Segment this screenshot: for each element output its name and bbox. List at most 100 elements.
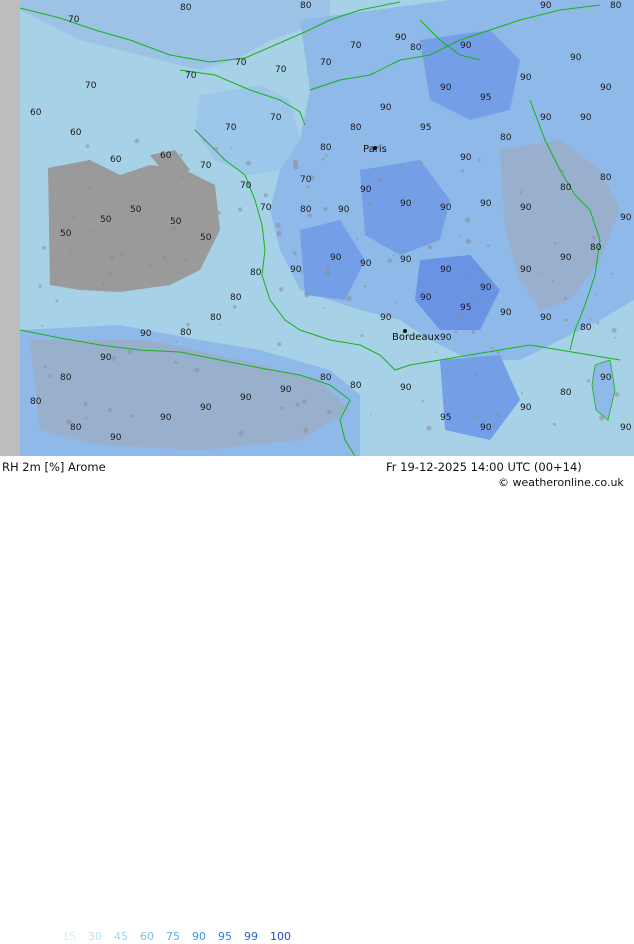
- contour-label: 80: [560, 183, 572, 193]
- terrain-speckle: [377, 177, 382, 182]
- terrain-speckle: [176, 361, 179, 364]
- terrain-speckle: [392, 254, 395, 257]
- terrain-speckle: [186, 322, 190, 327]
- terrain-speckle: [552, 422, 557, 426]
- map-title: RH 2m [%] Arome: [2, 460, 106, 474]
- contour-label: 90: [380, 313, 392, 323]
- contour-label: 90: [520, 403, 532, 413]
- contour-label: 50: [130, 205, 142, 215]
- terrain-speckle: [496, 350, 500, 354]
- contour-label: 90: [360, 185, 372, 195]
- terrain-speckle: [173, 360, 177, 364]
- contour-label: 70: [235, 58, 247, 68]
- terrain-speckle: [218, 323, 221, 326]
- terrain-speckle: [52, 235, 56, 239]
- contour-label: 90: [540, 113, 552, 123]
- contour-label: 80: [60, 373, 72, 383]
- terrain-speckle: [87, 187, 92, 191]
- contour-label: 90: [395, 33, 407, 43]
- contour-label: 80: [210, 313, 222, 323]
- contour-label: 90: [600, 83, 612, 93]
- contour-label: 90: [290, 265, 302, 275]
- terrain-speckle: [356, 238, 359, 241]
- terrain-speckle: [303, 427, 309, 433]
- terrain-speckle: [300, 166, 303, 169]
- legend-item-90: 90: [192, 930, 206, 943]
- terrain-speckle: [111, 356, 117, 361]
- copyright[interactable]: © weatheronline.co.uk: [498, 476, 624, 489]
- terrain-speckle: [323, 307, 326, 310]
- terrain-speckle: [321, 157, 325, 161]
- terrain-speckle: [494, 412, 499, 417]
- terrain-speckle: [346, 295, 352, 302]
- terrain-speckle: [613, 336, 616, 339]
- terrain-speckle: [460, 169, 464, 173]
- terrain-speckle: [68, 249, 72, 253]
- terrain-speckle: [520, 192, 523, 195]
- legend: 15 30 45 60 75 90 95 99 100: [62, 930, 303, 944]
- terrain-speckle: [404, 249, 408, 253]
- contour-label: 50: [100, 215, 112, 225]
- terrain-speckle: [431, 189, 434, 192]
- footer: RH 2m [%] Arome Fr 19-12-2025 14:00 UTC …: [0, 456, 634, 943]
- city-bordeaux: Bordeaux: [392, 332, 440, 343]
- contour-label: 90: [330, 253, 342, 263]
- contour-label: 90: [380, 103, 392, 113]
- contour-label: 90: [620, 423, 632, 433]
- contour-label: 80: [410, 43, 422, 53]
- contour-label: 50: [170, 217, 182, 227]
- contour-label: 95: [480, 93, 491, 103]
- terrain-speckle: [419, 161, 424, 165]
- terrain-speckle: [421, 399, 425, 403]
- terrain-speckle: [101, 281, 105, 285]
- terrain-speckle: [553, 242, 557, 245]
- terrain-speckle: [275, 222, 281, 228]
- contour-label: 90: [200, 403, 212, 413]
- terrain-speckle: [564, 318, 569, 322]
- contour-label: 60: [30, 108, 42, 118]
- contour-label: 80: [250, 268, 262, 278]
- terrain-speckle: [84, 416, 88, 420]
- terrain-speckle: [162, 255, 167, 261]
- terrain-speckle: [168, 256, 171, 258]
- terrain-speckle: [427, 244, 433, 250]
- terrain-speckle: [426, 425, 432, 431]
- terrain-speckle: [90, 244, 93, 247]
- terrain-speckle: [118, 188, 121, 191]
- terrain-speckle: [469, 296, 473, 301]
- legend-item-75: 75: [166, 930, 180, 943]
- contour-label: 95: [440, 413, 451, 423]
- terrain-speckle: [434, 351, 437, 354]
- terrain-speckle: [368, 202, 373, 207]
- terrain-speckle: [119, 250, 125, 256]
- legend-item-100: 100: [270, 930, 291, 943]
- terrain-speckle: [592, 235, 596, 240]
- terrain-speckle: [217, 211, 221, 215]
- terrain-speckle: [292, 159, 299, 166]
- contour-label: 90: [480, 199, 492, 209]
- terrain-speckle: [71, 215, 75, 219]
- contour-label: 80: [230, 293, 242, 303]
- terrain-speckle: [147, 263, 152, 268]
- terrain-speckle: [42, 245, 47, 250]
- contour-label: 80: [70, 423, 82, 433]
- terrain-speckle: [468, 275, 472, 279]
- contour-label: 70: [275, 65, 287, 75]
- contour-label: 70: [300, 175, 312, 185]
- contour-label: 70: [225, 123, 237, 133]
- contour-label: 90: [460, 41, 472, 51]
- contour-label: 90: [580, 113, 592, 123]
- terrain-speckle: [107, 407, 112, 412]
- city-paris: Paris: [363, 144, 387, 155]
- contour-label: 90: [360, 259, 372, 269]
- contour-label: 90: [570, 53, 582, 63]
- terrain-speckle: [363, 285, 367, 288]
- terrain-speckle: [486, 244, 490, 247]
- terrain-speckle: [475, 415, 479, 420]
- contour-label: 80: [180, 3, 192, 13]
- contour-label: 80: [320, 373, 332, 383]
- terrain-speckle: [183, 258, 188, 263]
- contour-label: 80: [30, 397, 42, 407]
- terrain-speckle: [48, 374, 52, 378]
- contour-label: 90: [420, 293, 432, 303]
